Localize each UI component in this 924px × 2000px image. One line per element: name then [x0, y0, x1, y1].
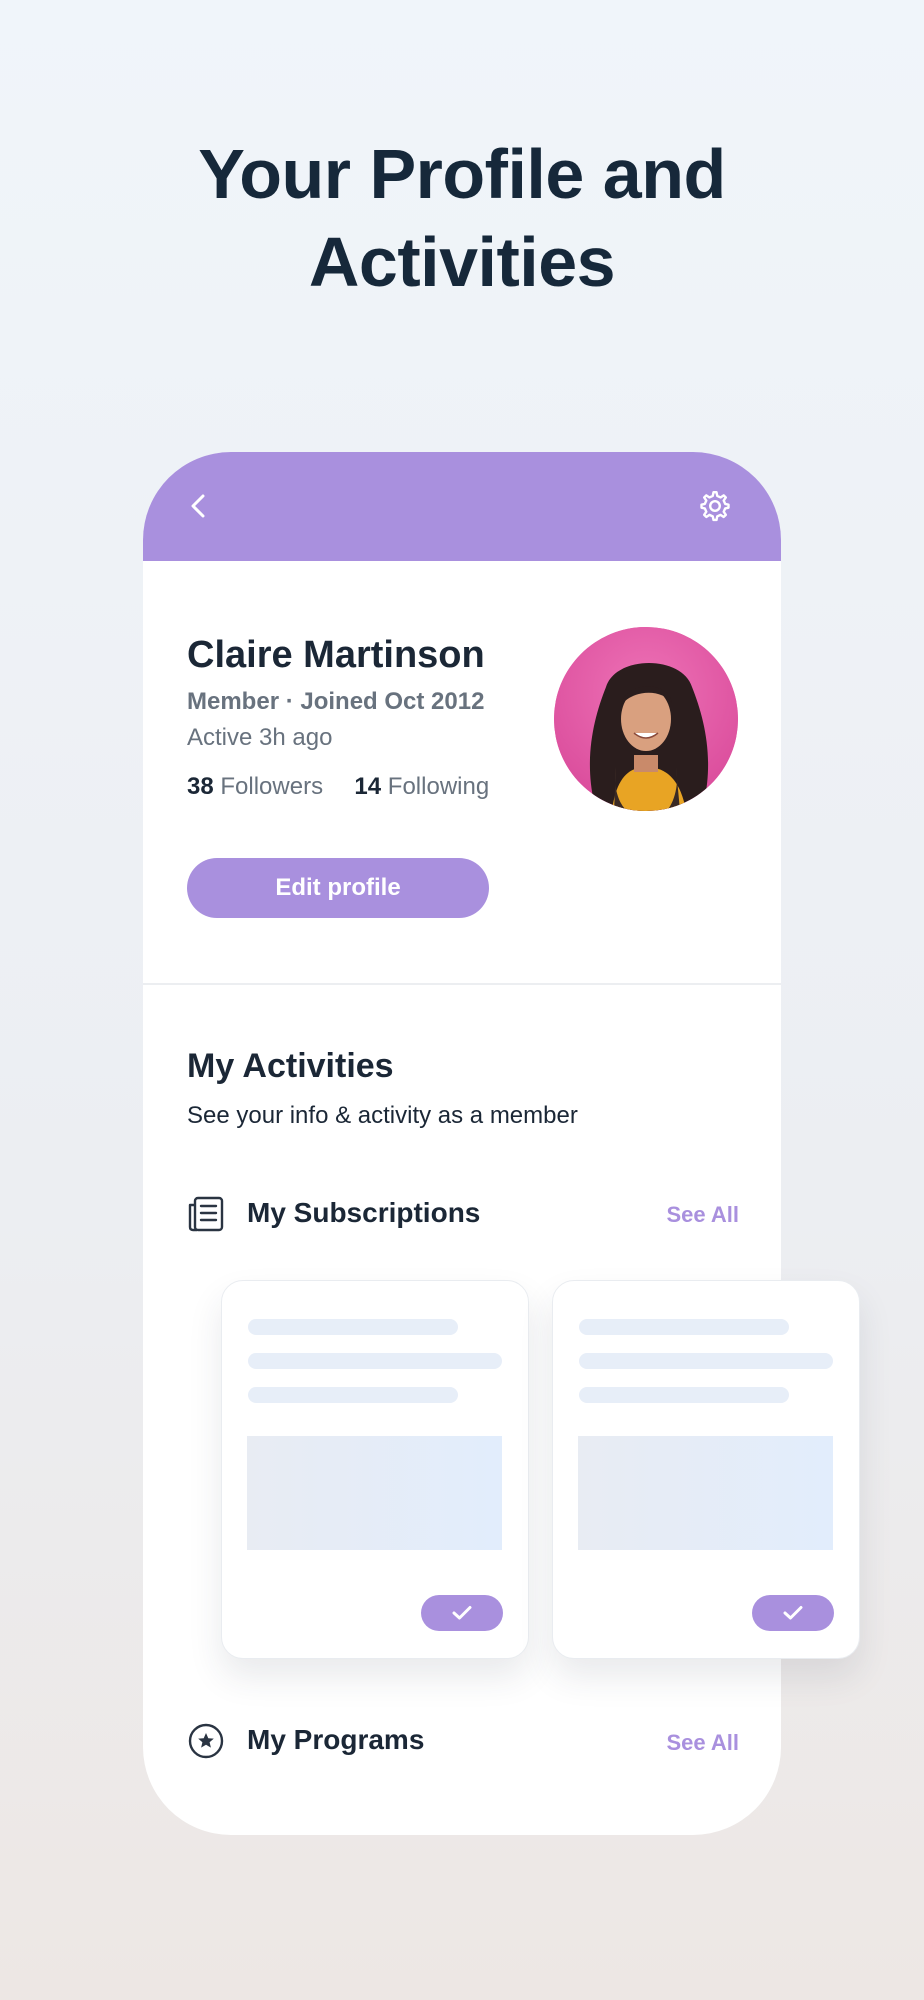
subscribed-check-button[interactable]: [421, 1595, 503, 1631]
placeholder-line: [579, 1353, 833, 1369]
check-icon: [783, 1606, 803, 1620]
followers-count: 38: [187, 773, 214, 800]
placeholder-image: [578, 1436, 833, 1550]
page-headline: Your Profile and Activities: [0, 130, 924, 306]
profile-stats: 38 Followers 14 Following: [187, 773, 489, 801]
divider: [143, 983, 781, 985]
placeholder-line: [248, 1387, 458, 1403]
following-count: 14: [354, 773, 382, 800]
placeholder-line: [579, 1387, 789, 1403]
check-icon: [452, 1606, 472, 1620]
programs-see-all-link[interactable]: See All: [666, 1730, 739, 1756]
my-programs-label: My Programs: [247, 1724, 425, 1755]
newspaper-icon: [188, 1196, 224, 1232]
subscription-card[interactable]: [221, 1280, 529, 1659]
headline-line-2: Activities: [308, 223, 616, 301]
avatar[interactable]: [554, 627, 738, 811]
headline-line-1: Your Profile and: [198, 135, 726, 213]
profile-member-since: Member · Joined Oct 2012: [187, 688, 485, 715]
my-activities-subtitle: See your info & activity as a member: [187, 1102, 578, 1129]
gear-icon[interactable]: [697, 488, 733, 524]
placeholder-line: [579, 1319, 789, 1335]
star-circle-icon: [188, 1723, 224, 1759]
placeholder-line: [248, 1353, 502, 1369]
my-subscriptions-label: My Subscriptions: [247, 1197, 481, 1228]
placeholder-line: [248, 1319, 458, 1335]
avatar-photo: [554, 627, 738, 811]
app-header: [143, 452, 781, 561]
profile-name: Claire Martinson: [187, 634, 485, 676]
chevron-left-icon[interactable]: [183, 490, 215, 522]
subscriptions-see-all-link[interactable]: See All: [666, 1202, 739, 1228]
my-activities-title: My Activities: [187, 1047, 394, 1085]
placeholder-image: [247, 1436, 502, 1550]
edit-profile-button[interactable]: Edit profile: [187, 858, 489, 918]
followers-label[interactable]: Followers: [220, 773, 323, 800]
profile-last-active: Active 3h ago: [187, 724, 333, 751]
subscribed-check-button[interactable]: [752, 1595, 834, 1631]
following-label[interactable]: Following: [388, 773, 489, 800]
subscription-card[interactable]: [552, 1280, 860, 1659]
